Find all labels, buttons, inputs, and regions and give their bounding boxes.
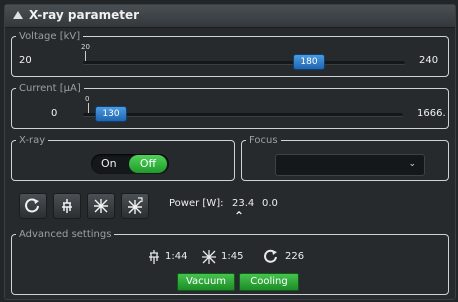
voltage-slider-handle[interactable]: 180 [293,54,325,70]
filament-button[interactable] [53,193,81,219]
xray-on-label[interactable]: On [101,157,117,170]
refresh-count: 226 [285,251,305,262]
focus-select[interactable]: ⌄ [275,154,425,176]
current-slider-handle[interactable]: 130 [95,106,127,122]
panel-title: X-ray parameter [29,8,140,22]
target-warmup-icon [128,197,143,214]
xray-parameter-panel: X-ray parameter Voltage [kV] 20 20 180 2… [4,4,456,300]
current-group: Current [µA] [11,83,449,129]
voltage-group: Voltage [kV] [11,31,449,77]
filament-icon [62,199,72,213]
cooling-button[interactable]: Cooling [239,273,299,291]
crossed-target-icon [201,249,217,269]
current-min-pin [88,103,89,113]
power-label: Power [W]: [169,198,224,209]
filament-time: 1:44 [165,251,188,262]
target-warmup-button[interactable] [121,193,149,219]
advanced-settings-legend: Advanced settings [19,229,112,240]
xray-toggle[interactable]: On Off [91,154,169,174]
vacuum-button[interactable]: Vacuum [177,273,235,291]
current-max-label: 1666. [417,108,446,119]
current-legend: Current [µA] [19,83,81,94]
voltage-min-pin [85,51,86,61]
refresh-icon [263,249,279,269]
target-button[interactable] [87,193,115,219]
filament-icon [147,249,161,269]
xray-legend: X-ray [19,135,46,146]
refresh-icon [25,198,39,213]
power-value-secondary: 0.0 [262,198,278,209]
xray-off-label[interactable]: Off [129,155,167,173]
refresh-button[interactable] [19,193,47,219]
collapse-triangle-icon[interactable] [13,11,23,19]
chevron-down-icon: ⌄ [408,159,416,169]
target-time: 1:45 [221,251,244,262]
current-slider-track[interactable] [83,113,403,116]
chevron-up-icon[interactable]: ⌃ [234,209,244,223]
voltage-min-label: 20 [19,55,32,66]
crossed-target-icon [94,199,108,213]
current-min-label: 0 [51,108,58,119]
current-min-marker: 0 [85,95,90,103]
power-value: 23.4 [232,198,255,209]
voltage-legend: Voltage [kV] [19,31,81,42]
voltage-min-marker: 20 [81,43,90,51]
panel-header[interactable]: X-ray parameter [5,5,455,28]
focus-legend: Focus [249,135,278,146]
voltage-max-label: 240 [419,55,439,66]
voltage-slider-track[interactable] [83,61,405,64]
